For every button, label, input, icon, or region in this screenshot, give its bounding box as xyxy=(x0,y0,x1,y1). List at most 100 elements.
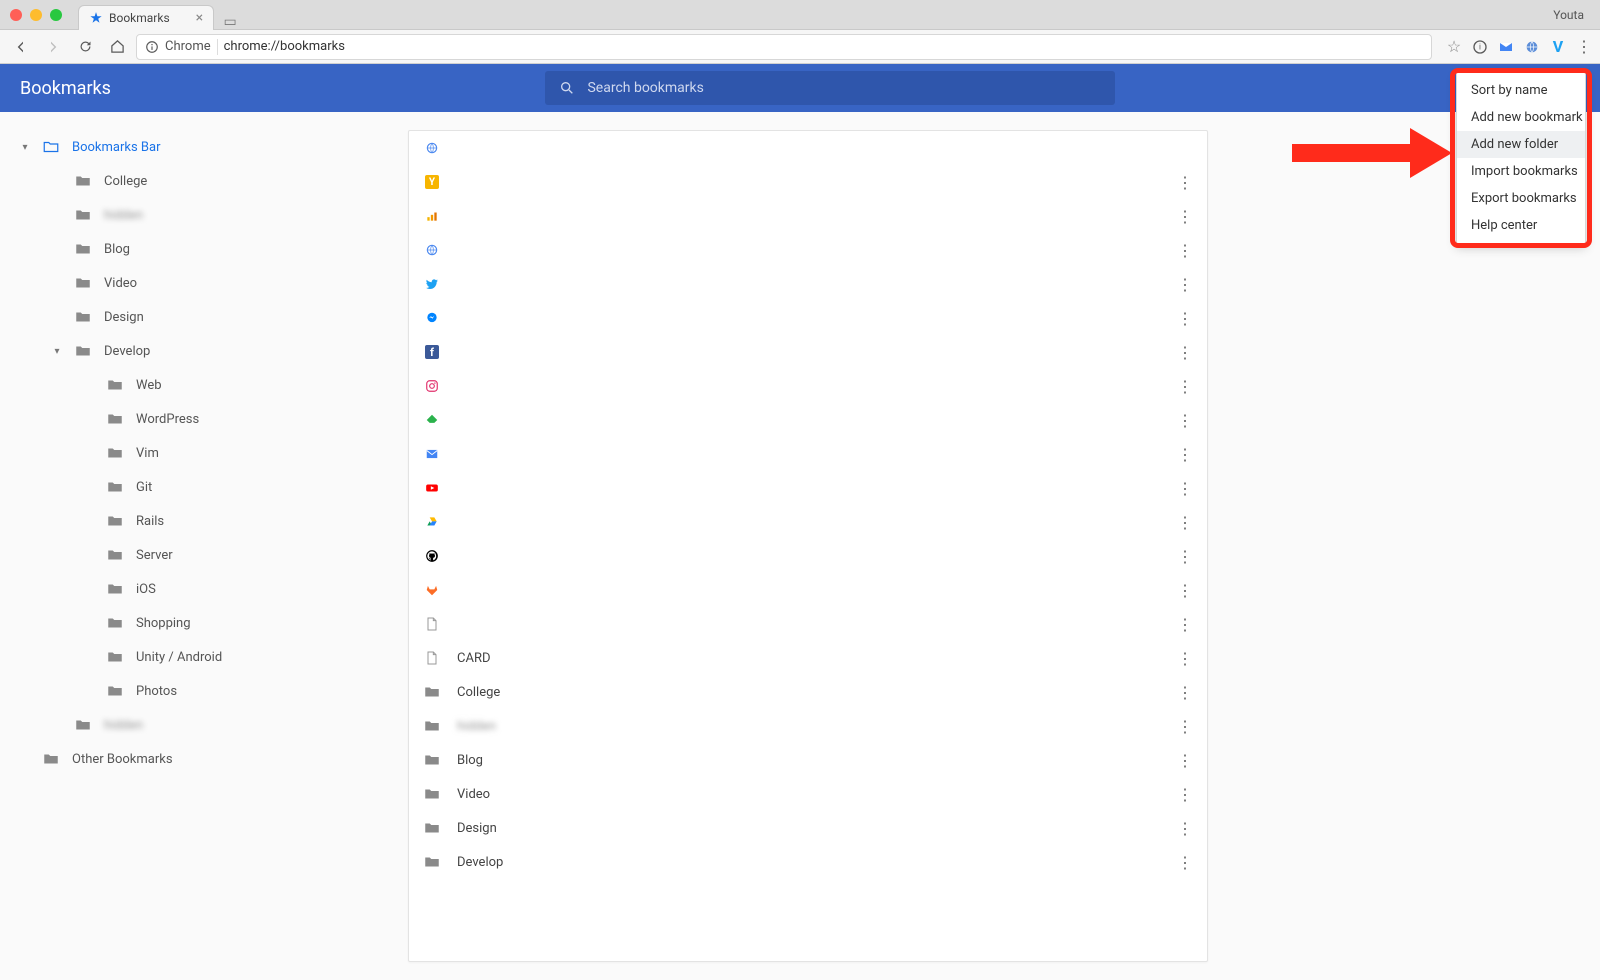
bookmark-row[interactable]: hidden⋮ xyxy=(409,709,1207,743)
bookmark-row[interactable]: ⋮ xyxy=(409,539,1207,573)
more-actions-icon[interactable]: ⋮ xyxy=(1177,751,1193,770)
bookmark-row[interactable]: ⋮ xyxy=(409,199,1207,233)
tree-folder[interactable]: ▾Develop xyxy=(0,334,408,368)
more-actions-icon[interactable]: ⋮ xyxy=(1177,581,1193,600)
minimize-window-button[interactable] xyxy=(30,9,42,21)
tree-folder[interactable]: iOS xyxy=(0,572,408,606)
tree-folder[interactable]: Design xyxy=(0,300,408,334)
bookmark-row[interactable]: Y⋮ xyxy=(409,165,1207,199)
more-actions-icon[interactable]: ⋮ xyxy=(1177,275,1193,294)
more-actions-icon[interactable]: ⋮ xyxy=(1177,513,1193,532)
bookmark-row[interactable]: ⋮ xyxy=(409,301,1207,335)
menu-item[interactable]: Help center xyxy=(1457,212,1585,239)
more-actions-icon[interactable]: ⋮ xyxy=(1177,819,1193,838)
menu-item[interactable]: Add new bookmark xyxy=(1457,104,1585,131)
tree-folder[interactable]: Web xyxy=(0,368,408,402)
bookmark-row[interactable] xyxy=(409,131,1207,165)
menu-item[interactable]: Export bookmarks xyxy=(1457,185,1585,212)
tree-folder[interactable]: Photos xyxy=(0,674,408,708)
chevron-down-icon[interactable]: ▾ xyxy=(20,142,30,153)
more-actions-icon[interactable]: ⋮ xyxy=(1177,717,1193,736)
menu-item[interactable]: Import bookmarks xyxy=(1457,158,1585,185)
youtube-icon xyxy=(423,479,441,497)
globe-icon xyxy=(423,139,441,157)
toolbar-actions: ☆ i V ⋮ xyxy=(1438,39,1592,55)
more-actions-icon[interactable]: ⋮ xyxy=(1177,479,1193,498)
omnibox[interactable]: Chrome chrome://bookmarks xyxy=(136,34,1432,60)
extension-translate-icon[interactable] xyxy=(1524,39,1540,55)
more-actions-icon[interactable]: ⋮ xyxy=(1177,173,1193,192)
more-actions-icon[interactable]: ⋮ xyxy=(1177,445,1193,464)
home-button[interactable] xyxy=(104,34,130,60)
bookmark-row[interactable]: ⋮ xyxy=(409,437,1207,471)
bookmark-row[interactable]: ⋮ xyxy=(409,369,1207,403)
forward-button[interactable] xyxy=(40,34,66,60)
menu-item[interactable]: Add new folder xyxy=(1457,131,1585,158)
more-actions-icon[interactable]: ⋮ xyxy=(1177,649,1193,668)
more-actions-icon[interactable]: ⋮ xyxy=(1177,547,1193,566)
tree-folder[interactable]: Rails xyxy=(0,504,408,538)
tree-folder[interactable]: WordPress xyxy=(0,402,408,436)
menu-item[interactable]: Sort by name xyxy=(1457,77,1585,104)
more-actions-icon[interactable]: ⋮ xyxy=(1177,241,1193,260)
more-actions-icon[interactable]: ⋮ xyxy=(1177,853,1193,872)
bookmark-row[interactable]: Video⋮ xyxy=(409,777,1207,811)
folder-icon xyxy=(106,478,124,496)
bookmark-row[interactable]: ⋮ xyxy=(409,403,1207,437)
tree-folder[interactable]: hidden xyxy=(0,198,408,232)
tree-folder[interactable]: Shopping xyxy=(0,606,408,640)
bookmark-row[interactable]: Blog⋮ xyxy=(409,743,1207,777)
more-actions-icon[interactable]: ⋮ xyxy=(1177,683,1193,702)
bookmark-row[interactable]: ⋮ xyxy=(409,471,1207,505)
more-actions-icon[interactable]: ⋮ xyxy=(1177,343,1193,362)
extension-v-icon[interactable]: V xyxy=(1550,39,1566,55)
tree-folder[interactable]: Git xyxy=(0,470,408,504)
tree-other-bookmarks[interactable]: Other Bookmarks xyxy=(0,742,408,776)
more-actions-icon[interactable]: ⋮ xyxy=(1177,309,1193,328)
bookmark-row[interactable]: ⋮ xyxy=(409,267,1207,301)
bookmark-row[interactable]: Design⋮ xyxy=(409,811,1207,845)
more-actions-icon[interactable]: ⋮ xyxy=(1177,207,1193,226)
browser-tab[interactable]: Bookmarks × xyxy=(78,5,214,30)
bookmark-row[interactable]: CARD⋮ xyxy=(409,641,1207,675)
more-actions-icon[interactable]: ⋮ xyxy=(1177,785,1193,804)
extension-inbox-icon[interactable] xyxy=(1498,39,1514,55)
more-actions-icon[interactable]: ⋮ xyxy=(1177,615,1193,634)
browser-menu-icon[interactable]: ⋮ xyxy=(1576,39,1592,55)
profile-label[interactable]: Youta xyxy=(1553,8,1590,22)
bookmark-row[interactable]: f⋮ xyxy=(409,335,1207,369)
instagram-icon xyxy=(423,377,441,395)
bookmark-row[interactable]: ⋮ xyxy=(409,233,1207,267)
site-info-icon[interactable] xyxy=(145,40,159,54)
search-input[interactable] xyxy=(587,80,1101,96)
extension-info-icon[interactable]: i xyxy=(1472,39,1488,55)
bookmark-page-icon[interactable]: ☆ xyxy=(1446,39,1462,55)
close-tab-icon[interactable]: × xyxy=(196,10,203,26)
new-tab-button[interactable]: ▭ xyxy=(220,14,240,30)
tree-folder[interactable]: Unity / Android xyxy=(0,640,408,674)
more-actions-icon[interactable]: ⋮ xyxy=(1177,411,1193,430)
close-window-button[interactable] xyxy=(10,9,22,21)
tree-folder[interactable]: Blog xyxy=(0,232,408,266)
back-button[interactable] xyxy=(8,34,34,60)
tree-folder[interactable]: Video xyxy=(0,266,408,300)
tree-folder[interactable]: Vim xyxy=(0,436,408,470)
bookmark-star-icon xyxy=(89,11,103,25)
tree-label: Blog xyxy=(104,242,130,257)
bookmark-row[interactable]: ⋮ xyxy=(409,573,1207,607)
chevron-down-icon[interactable]: ▾ xyxy=(52,346,62,357)
folder-icon xyxy=(423,683,441,701)
bookmark-row[interactable]: Develop⋮ xyxy=(409,845,1207,879)
reload-button[interactable] xyxy=(72,34,98,60)
bookmark-row[interactable]: ⋮ xyxy=(409,607,1207,641)
tree-folder[interactable]: hidden xyxy=(0,708,408,742)
tree-folder[interactable]: College xyxy=(0,164,408,198)
maximize-window-button[interactable] xyxy=(50,9,62,21)
bookmark-row[interactable]: College⋮ xyxy=(409,675,1207,709)
tree-root-bookmarks-bar[interactable]: ▾ Bookmarks Bar xyxy=(0,130,408,164)
tree-folder[interactable]: Server xyxy=(0,538,408,572)
more-actions-icon[interactable]: ⋮ xyxy=(1177,377,1193,396)
search-bookmarks-box[interactable] xyxy=(545,71,1115,105)
github-icon xyxy=(423,547,441,565)
bookmark-row[interactable]: ⋮ xyxy=(409,505,1207,539)
